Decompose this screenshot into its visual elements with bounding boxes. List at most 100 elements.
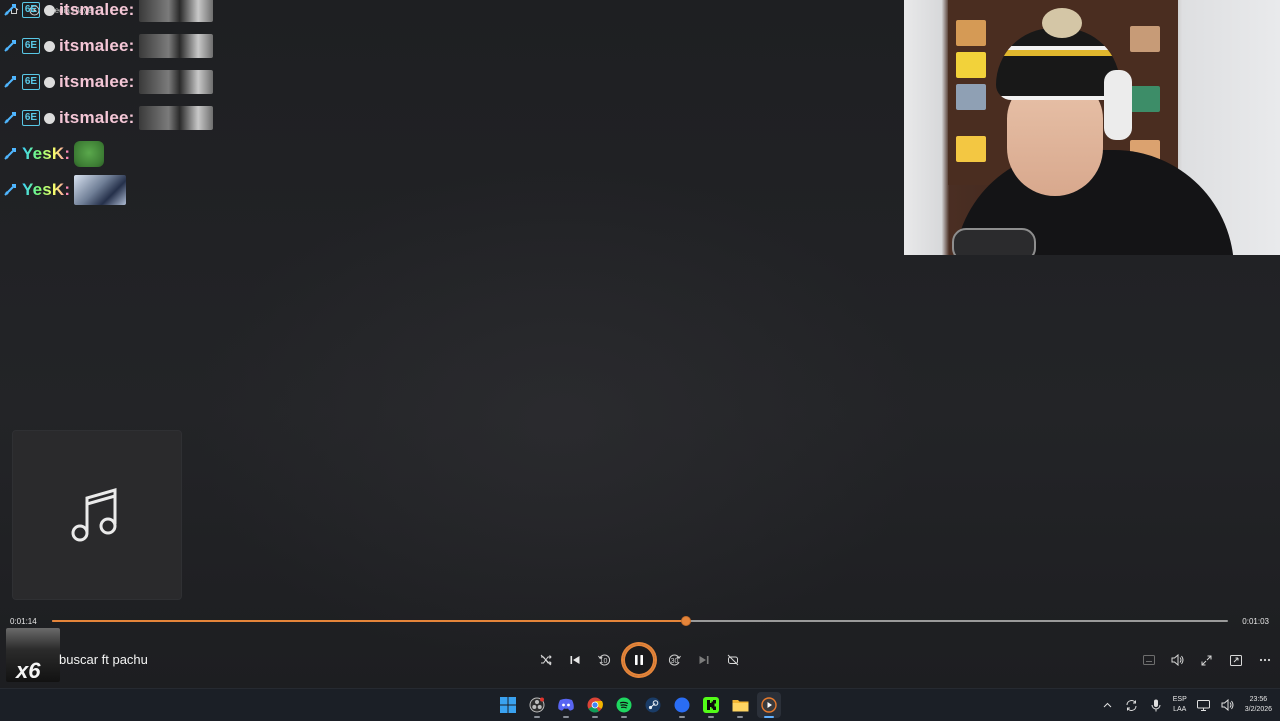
chat-message: YesK:	[2, 136, 242, 172]
stream-chat-overlay: 6E itsmalee: 6E itsmalee: 6E itsmalee: 6…	[2, 0, 242, 208]
volume-icon	[1171, 654, 1184, 666]
skip-forward-seconds: 30	[670, 658, 679, 665]
now-playing-thumbnail[interactable]: x6	[6, 628, 60, 682]
subscriber-badge: 6E	[22, 2, 40, 18]
chat-emote	[138, 0, 213, 22]
more-options-button[interactable]	[1255, 650, 1274, 670]
taskbar-app[interactable]	[670, 692, 694, 718]
chevron-up-icon	[1103, 702, 1112, 708]
taskbar-apps	[496, 692, 781, 718]
wall-poster	[1130, 26, 1160, 52]
chat-emote	[74, 175, 127, 205]
previous-button[interactable]	[565, 648, 584, 672]
wall-poster	[1130, 86, 1160, 112]
spotify-icon	[616, 697, 632, 713]
taskbar-spotify[interactable]	[612, 692, 636, 718]
chat-emote	[74, 141, 105, 167]
track-title[interactable]: buscar ft pachu	[59, 652, 148, 667]
chat-message: 6E itsmalee:	[2, 0, 242, 28]
windows-taskbar: ESP LAA 23:56 3/2/2026	[0, 688, 1280, 721]
tray-overflow-button[interactable]	[1101, 698, 1115, 712]
taskbar-media-player[interactable]	[757, 692, 781, 718]
shuffle-off-icon	[540, 654, 552, 666]
sync-icon	[1126, 699, 1137, 711]
folder-icon	[732, 700, 748, 712]
round-badge-icon	[44, 40, 55, 52]
round-badge-icon	[44, 76, 55, 88]
pause-icon	[635, 655, 643, 665]
taskbar-start-button[interactable]	[496, 692, 520, 718]
running-indicator	[563, 716, 569, 718]
tray-sync-button[interactable]	[1125, 698, 1139, 712]
album-art-placeholder	[12, 430, 182, 600]
taskbar-kick[interactable]	[699, 692, 723, 718]
sword-badge-icon	[2, 2, 18, 18]
running-indicator	[621, 716, 627, 718]
obs-icon	[529, 697, 545, 713]
webcam-feed	[904, 0, 1280, 255]
seek-bar-thumb[interactable]	[680, 616, 691, 626]
running-indicator	[737, 716, 743, 718]
tray-microphone-button[interactable]	[1149, 698, 1163, 712]
microphone-icon	[1151, 699, 1161, 711]
taskbar-steam[interactable]	[641, 692, 665, 718]
taskbar-clock[interactable]: 23:56 3/2/2026	[1245, 695, 1272, 715]
previous-icon	[570, 656, 579, 664]
round-badge-icon	[44, 4, 55, 16]
chat-username: itsmalee:	[59, 0, 135, 19]
subscriber-badge: 6E	[22, 38, 40, 54]
input-language-indicator[interactable]: ESP LAA	[1173, 695, 1187, 715]
taskbar-obs[interactable]	[525, 692, 549, 718]
fullscreen-button[interactable]	[1197, 650, 1216, 670]
shuffle-button[interactable]	[536, 648, 555, 672]
taskbar-discord[interactable]	[554, 692, 578, 718]
wall-poster	[956, 52, 986, 78]
music-note-icon	[71, 488, 117, 542]
discord-icon	[558, 698, 574, 711]
more-icon	[1259, 658, 1270, 662]
active-indicator	[764, 716, 774, 718]
wall-poster	[956, 136, 986, 162]
chat-message: 6E itsmalee:	[2, 64, 242, 100]
tray-network-button[interactable]	[1197, 698, 1211, 712]
chat-username: itsmalee:	[59, 72, 135, 91]
skip-back-seconds: 10	[599, 658, 608, 665]
skip-forward-button[interactable]: 30	[665, 648, 684, 672]
clock-date: 3/2/2026	[1244, 706, 1272, 713]
subscriber-badge: 6E	[22, 110, 40, 126]
taskbar-file-explorer[interactable]	[728, 692, 752, 718]
chat-message: YesK:	[2, 172, 242, 208]
next-button[interactable]	[694, 648, 713, 672]
volume-button[interactable]	[1168, 650, 1187, 670]
microphone	[952, 228, 1036, 255]
network-icon	[1197, 699, 1211, 711]
sword-badge-icon	[2, 146, 18, 162]
elapsed-time: 0:01:14	[10, 617, 37, 626]
wall-poster	[956, 84, 986, 110]
chat-emote	[138, 106, 213, 130]
chat-username: itsmalee:	[59, 36, 135, 55]
chat-username: YesK:	[22, 144, 71, 163]
pause-button[interactable]	[623, 644, 655, 676]
mini-player-icon	[1229, 654, 1242, 666]
wall-poster	[956, 20, 986, 46]
speaker-icon	[1221, 699, 1234, 711]
kick-icon	[703, 697, 719, 713]
sword-badge-icon	[2, 110, 18, 126]
tray-volume-button[interactable]	[1221, 698, 1235, 712]
sword-badge-icon	[2, 38, 18, 54]
next-icon	[699, 656, 708, 664]
mini-player-button[interactable]	[1226, 650, 1245, 670]
skip-back-button[interactable]: 10	[594, 648, 613, 672]
chat-emote	[138, 70, 213, 94]
captions-button[interactable]	[1139, 650, 1158, 670]
taskbar-chrome[interactable]	[583, 692, 607, 718]
system-tray: ESP LAA 23:56 3/2/2026	[1101, 691, 1272, 719]
chat-username: itsmalee:	[59, 108, 135, 127]
app-swirl-icon	[674, 697, 690, 713]
seek-bar[interactable]	[52, 616, 1228, 626]
running-indicator	[708, 716, 714, 718]
chat-username: YesK:	[22, 180, 71, 199]
repeat-button[interactable]	[723, 648, 742, 672]
media-player-icon	[761, 697, 777, 713]
